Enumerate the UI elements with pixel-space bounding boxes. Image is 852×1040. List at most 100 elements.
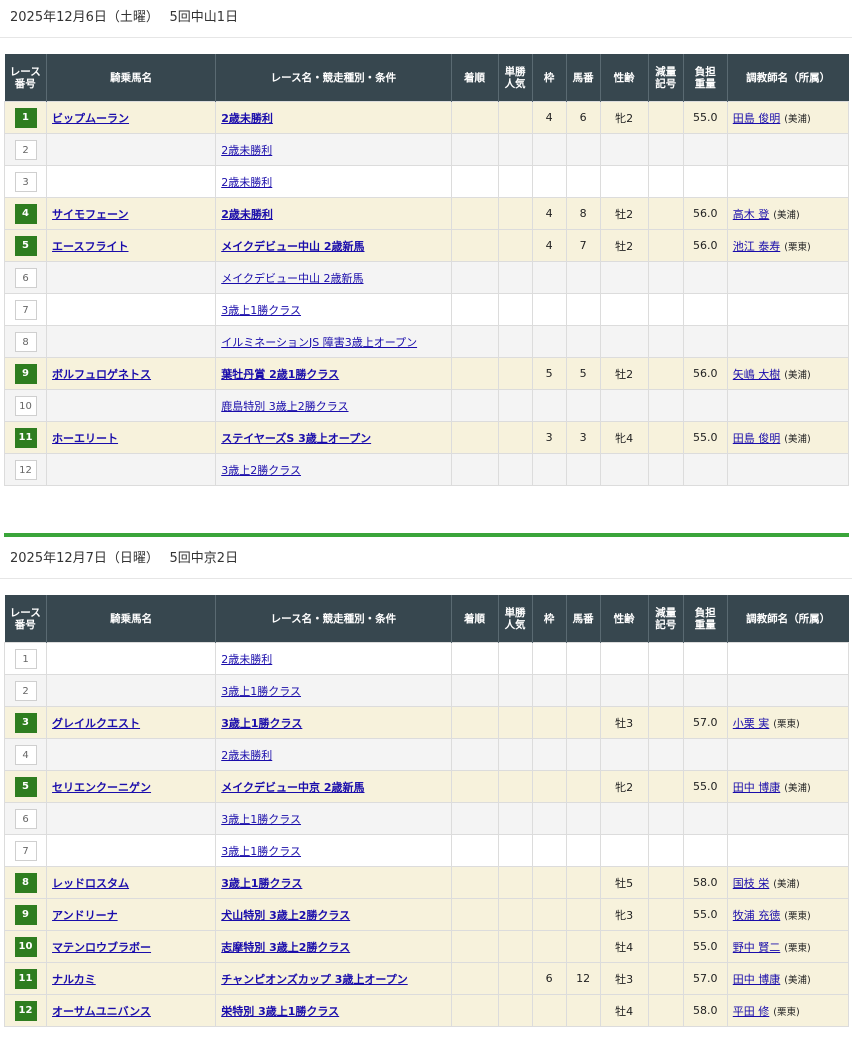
- trainer-link[interactable]: 池江 泰寿: [733, 240, 781, 253]
- trainer-link[interactable]: 牧浦 充徳: [733, 909, 781, 922]
- race-number-badge: 4: [14, 203, 37, 224]
- horse-link[interactable]: オーサムユニバンス: [52, 1005, 151, 1018]
- table-row: 9 アンドリーナ 犬山特別 3歳上2勝クラス 牝3 55.0 牧浦 充徳 (栗東): [3, 898, 850, 931]
- race-number-cell: 2: [3, 133, 48, 166]
- race-cell: 2歳未勝利: [215, 197, 452, 230]
- horse-link[interactable]: ナルカミ: [52, 973, 96, 986]
- race-link[interactable]: 犬山特別 3歳上2勝クラス: [221, 909, 350, 922]
- race-link[interactable]: 葉牡丹賞 2歳1勝クラス: [221, 368, 339, 381]
- horse-cell: サイモフェーン: [46, 197, 217, 230]
- race-link[interactable]: 2歳未勝利: [221, 749, 272, 762]
- race-number-badge: 8: [14, 331, 37, 352]
- horse-link[interactable]: グレイルクエスト: [52, 717, 140, 730]
- race-link[interactable]: 3歳上1勝クラス: [221, 304, 301, 317]
- race-link[interactable]: メイクデビュー中京 2歳新馬: [221, 781, 364, 794]
- pop-cell: [497, 133, 533, 166]
- race-link[interactable]: 3歳上2勝クラス: [221, 464, 301, 477]
- race-number-badge: 1: [14, 648, 37, 669]
- waku-cell: 6: [531, 962, 567, 995]
- umaban-cell: [565, 389, 601, 422]
- race-cell: 3歳上1勝クラス: [215, 866, 452, 899]
- horse-link[interactable]: マテンロウブラボー: [52, 941, 151, 954]
- pop-cell: [497, 930, 533, 963]
- col-header-pop: 単勝 人気: [497, 54, 533, 102]
- race-link[interactable]: 2歳未勝利: [221, 144, 272, 157]
- race-number-badge: 2: [14, 139, 37, 160]
- section-divider: [4, 533, 849, 537]
- race-link[interactable]: 2歳未勝利: [221, 653, 272, 666]
- race-link[interactable]: イルミネーションJS 障害3歳上オープン: [221, 336, 417, 349]
- horse-cell: [46, 738, 217, 771]
- trainer-link[interactable]: 矢嶋 大樹: [733, 368, 781, 381]
- trainer-cell: 田島 俊明 (美浦): [726, 421, 850, 454]
- horse-link[interactable]: セリエンクーニゲン: [52, 781, 151, 794]
- race-link[interactable]: 2歳未勝利: [221, 176, 272, 189]
- trainer-cell: 小栗 実 (栗東): [726, 706, 850, 739]
- trainer-link[interactable]: 田島 俊明: [733, 432, 781, 445]
- race-link[interactable]: 栄特別 3歳上1勝クラス: [221, 1005, 339, 1018]
- horse-link[interactable]: エースフライト: [52, 240, 128, 253]
- trainer-link[interactable]: 野中 賢二: [733, 941, 781, 954]
- race-link[interactable]: メイクデビュー中山 2歳新馬: [221, 240, 364, 253]
- race-link[interactable]: 3歳上1勝クラス: [221, 813, 301, 826]
- finish-cell: [450, 197, 499, 230]
- waku-cell: [531, 994, 567, 1027]
- weight-cell: 56.0: [682, 229, 728, 262]
- weight-cell: 55.0: [682, 770, 728, 803]
- trainer-link[interactable]: 田島 俊明: [733, 112, 781, 125]
- sexage-cell: [599, 642, 649, 675]
- umaban-cell: 12: [565, 962, 601, 995]
- waku-cell: [531, 642, 567, 675]
- horse-link[interactable]: ボルフュロゲネトス: [52, 368, 151, 381]
- race-number-cell: 9: [3, 357, 48, 390]
- trainer-link[interactable]: 平田 修: [733, 1005, 770, 1018]
- trainer-cell: [726, 453, 850, 486]
- umaban-cell: [565, 706, 601, 739]
- waku-cell: [531, 453, 567, 486]
- finish-cell: [450, 421, 499, 454]
- umaban-cell: [565, 834, 601, 867]
- race-link[interactable]: メイクデビュー中山 2歳新馬: [221, 272, 363, 285]
- col-header-finish: 着順: [450, 595, 499, 643]
- col-header-waku: 枠: [531, 595, 567, 643]
- finish-cell: [450, 165, 499, 198]
- sexage-cell: 牝4: [599, 421, 649, 454]
- day-section-2: 2025年12月7日（日曜） 5回中京2日: [0, 541, 852, 579]
- race-cell: イルミネーションJS 障害3歳上オープン: [215, 325, 452, 358]
- col-header-horse: 騎乗馬名: [46, 595, 216, 643]
- horse-link[interactable]: ホーエリート: [52, 432, 118, 445]
- trainer-link[interactable]: 小栗 実: [733, 717, 770, 730]
- race-link[interactable]: 3歳上1勝クラス: [221, 685, 301, 698]
- race-link[interactable]: 2歳未勝利: [221, 208, 273, 221]
- trainer-link[interactable]: 田中 博康: [733, 973, 781, 986]
- waku-cell: [531, 389, 567, 422]
- reduce-cell: [647, 357, 684, 390]
- col-header-waku: 枠: [531, 54, 567, 102]
- horse-cell: ホーエリート: [46, 421, 217, 454]
- race-number-badge: 11: [14, 968, 37, 989]
- race-cell: 2歳未勝利: [215, 133, 452, 166]
- race-number-badge: 6: [14, 267, 37, 288]
- race-link[interactable]: 鹿島特別 3歳上2勝クラス: [221, 400, 348, 413]
- weight-cell: 56.0: [682, 197, 728, 230]
- pop-cell: [497, 802, 533, 835]
- trainer-link[interactable]: 田中 博康: [733, 781, 781, 794]
- race-link[interactable]: 2歳未勝利: [221, 112, 273, 125]
- race-number-cell: 2: [3, 674, 48, 707]
- horse-link[interactable]: アンドリーナ: [52, 909, 118, 922]
- trainer-link[interactable]: 国枝 栄: [733, 877, 770, 890]
- horse-link[interactable]: サイモフェーン: [52, 208, 128, 221]
- race-link[interactable]: 3歳上1勝クラス: [221, 845, 301, 858]
- race-link[interactable]: 志摩特別 3歳上2勝クラス: [221, 941, 350, 954]
- reduce-cell: [647, 962, 684, 995]
- horse-link[interactable]: ビップムーラン: [52, 112, 129, 125]
- race-link[interactable]: 3歳上1勝クラス: [221, 877, 302, 890]
- table-row: 8 イルミネーションJS 障害3歳上オープン: [3, 325, 850, 358]
- umaban-cell: [565, 898, 601, 931]
- horse-link[interactable]: レッドロスタム: [52, 877, 129, 890]
- race-link[interactable]: ステイヤーズS 3歳上オープン: [221, 432, 371, 445]
- race-link[interactable]: 3歳上1勝クラス: [221, 717, 302, 730]
- race-link[interactable]: チャンピオンズカップ 3歳上オープン: [221, 973, 408, 986]
- trainer-link[interactable]: 高木 登: [733, 208, 770, 221]
- horse-cell: グレイルクエスト: [46, 706, 217, 739]
